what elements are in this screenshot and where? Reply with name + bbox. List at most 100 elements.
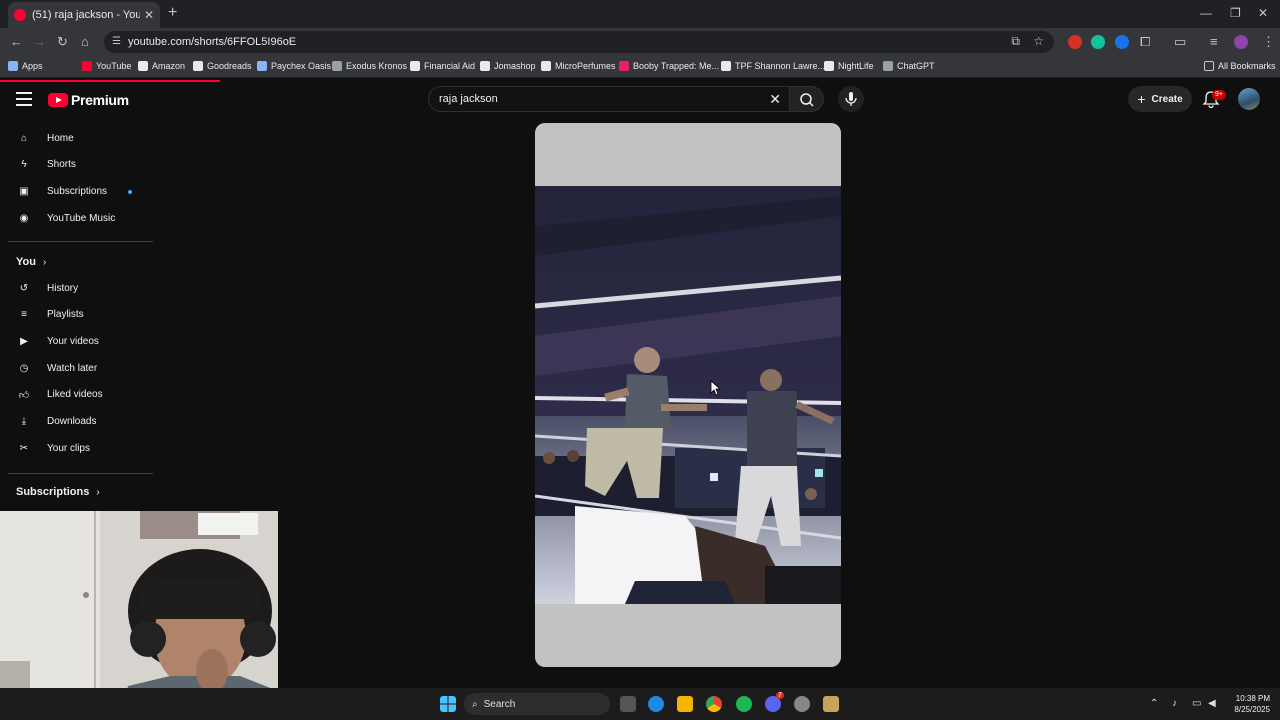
bookmark-label: YouTube	[96, 61, 132, 71]
bookmark-apps[interactable]: Apps	[8, 61, 43, 71]
home-icon: ⌂	[20, 132, 28, 144]
bookmark-paychex-oasis[interactable]: Paychex Oasis	[257, 61, 331, 71]
sidebar-item-subscriptions[interactable]: ▣ Subscriptions	[16, 182, 107, 200]
address-bar[interactable]: ☰ youtube.com/shorts/6FFOL5I96oE ⧉ ☆	[104, 31, 1054, 53]
new-content-dot	[128, 190, 132, 194]
bookmark-tpf-shannon-lawre[interactable]: TPF Shannon Lawre...	[721, 61, 825, 71]
all-bookmarks-label: All Bookmarks	[1218, 61, 1276, 71]
notification-badge: 9+	[1212, 90, 1226, 100]
system-clock[interactable]: 10:38 PM 8/25/2025	[1234, 693, 1270, 715]
sidebar-item-history[interactable]: ↺ History	[16, 279, 78, 297]
shorts-player[interactable]	[535, 123, 841, 667]
bookmark-label: Jomashop	[494, 61, 536, 71]
bookmark-favicon-icon	[721, 61, 731, 71]
spotify-icon[interactable]	[736, 696, 752, 712]
extension-blue-icon[interactable]	[1115, 35, 1129, 49]
home-browser-icon[interactable]: ⌂	[81, 34, 89, 49]
voice-search-button[interactable]	[838, 86, 864, 112]
clock-date: 8/25/2025	[1234, 705, 1270, 714]
sidebar-item-your-clips[interactable]: ✂ Your clips	[16, 439, 90, 457]
sidebar-item-shorts[interactable]: ϟ Shorts	[16, 156, 76, 174]
task-view-icon[interactable]	[620, 696, 636, 712]
sidebar-divider	[8, 241, 153, 242]
bookmark-favicon-icon	[480, 61, 490, 71]
show-hidden-icons[interactable]: ⌃	[1150, 698, 1158, 709]
bookmark-label: MicroPerfumes	[555, 61, 616, 71]
sidebar-item-liked-videos[interactable]: 👍︎ Liked videos	[16, 386, 103, 404]
bookmark-label: NightLife	[838, 61, 874, 71]
volume-icon[interactable]: ◀	[1208, 698, 1216, 709]
bookmark-nightlife[interactable]: NightLife	[824, 61, 874, 71]
search-input[interactable]: raja jackson ✕	[428, 86, 790, 112]
forward-icon[interactable]: →	[33, 34, 46, 49]
bookmark-favicon-icon	[824, 61, 834, 71]
close-tab-icon[interactable]: ✕	[144, 8, 154, 22]
sidebar-item-downloads[interactable]: ⤓ Downloads	[16, 413, 97, 431]
sidebar-item-playlists[interactable]: ≡ Playlists	[16, 306, 84, 324]
site-info-icon[interactable]: ☰	[112, 36, 121, 47]
chrome-menu-icon[interactable]: ⋮	[1262, 34, 1275, 50]
sidebar-item-youtube-music[interactable]: ◉ YouTube Music	[16, 209, 116, 227]
minimize-icon[interactable]: —	[1200, 6, 1212, 20]
your-clips-icon: ✂	[19, 442, 29, 454]
network-icon[interactable]: ▭	[1192, 698, 1201, 709]
chrome-icon[interactable]	[706, 696, 722, 712]
taskbar-search[interactable]: ⌕ Search	[464, 693, 610, 715]
tab-search-icon[interactable]: ▭	[1174, 34, 1186, 50]
bookmark-booby-trapped-me[interactable]: Booby Trapped: Me...	[619, 61, 719, 71]
bookmark-financial-aid[interactable]: Financial Aid	[410, 61, 475, 71]
browser-tab[interactable]: (51) raja jackson - YouTube ✕	[8, 2, 160, 28]
app-icon[interactable]	[823, 696, 839, 712]
search-button[interactable]	[790, 86, 824, 112]
steam-icon[interactable]	[794, 696, 810, 712]
back-icon[interactable]: ←	[10, 34, 23, 49]
close-window-icon[interactable]: ✕	[1258, 6, 1268, 20]
bookmark-youtube[interactable]: YouTube	[82, 61, 131, 71]
sidebar-item-your-videos[interactable]: ▶ Your videos	[16, 332, 99, 350]
edge-icon[interactable]	[648, 696, 664, 712]
bookmark-microperfumes[interactable]: MicroPerfumes	[541, 61, 616, 71]
bookmark-favicon-icon	[82, 61, 92, 71]
file-explorer-icon[interactable]	[677, 696, 693, 712]
bookmark-goodreads[interactable]: Goodreads	[193, 61, 252, 71]
bookmark-chatgpt[interactable]: ChatGPT	[883, 61, 935, 71]
subscriptions-heading[interactable]: Subscriptions ›	[16, 486, 100, 498]
sidebar-item-label: Liked videos	[47, 389, 103, 401]
search-icon	[800, 93, 814, 107]
clear-search-icon[interactable]: ✕	[769, 91, 781, 108]
sidebar-item-label: Your videos	[47, 335, 99, 347]
windows-start-icon[interactable]	[440, 696, 456, 712]
new-tab-icon[interactable]: +	[168, 4, 177, 22]
install-app-icon[interactable]: ⧉	[1011, 34, 1020, 49]
create-button[interactable]: + Create	[1128, 86, 1192, 112]
reload-icon[interactable]: ↻	[57, 34, 68, 50]
subscriptions-heading-label: Subscriptions	[16, 486, 90, 498]
extensions-puzzle-icon[interactable]: ⧠	[1140, 34, 1150, 50]
bookmark-label: Apps	[22, 61, 43, 71]
profile-icon[interactable]	[1234, 35, 1248, 49]
chevron-right-icon: ›	[96, 487, 100, 498]
guide-menu-icon[interactable]	[16, 92, 32, 106]
sidebar-divider	[8, 473, 153, 474]
maximize-icon[interactable]: ❐	[1230, 6, 1241, 20]
avatar[interactable]	[1238, 88, 1260, 110]
tray-microphone-icon[interactable]: ♪	[1172, 698, 1177, 709]
sidebar-item-watch-later[interactable]: ◷ Watch later	[16, 359, 98, 377]
sidebar-item-home[interactable]: ⌂ Home	[16, 129, 74, 147]
all-bookmarks-folder[interactable]: All Bookmarks	[1204, 61, 1276, 71]
bookmark-exodus-kronos[interactable]: Exodus Kronos	[332, 61, 407, 71]
bookmark-jomashop[interactable]: Jomashop	[480, 61, 536, 71]
bookmark-label: Booby Trapped: Me...	[633, 61, 720, 71]
grammarly-icon[interactable]	[1091, 35, 1105, 49]
youtube-premium-logo[interactable]: Premium	[48, 92, 129, 108]
sidebar-item-label: Watch later	[47, 362, 98, 374]
video-frame[interactable]	[535, 186, 841, 604]
media-controls-icon[interactable]: ≡	[1210, 34, 1218, 49]
bookmark-amazon[interactable]: Amazon	[138, 61, 185, 71]
bookmark-star-icon[interactable]: ☆	[1033, 34, 1044, 48]
bookmark-label: Paychex Oasis	[271, 61, 332, 71]
extension-red-icon[interactable]	[1068, 35, 1082, 49]
you-heading[interactable]: You ›	[16, 256, 46, 268]
downloads-icon: ⤓	[21, 416, 27, 427]
bookmark-favicon-icon	[257, 61, 267, 71]
